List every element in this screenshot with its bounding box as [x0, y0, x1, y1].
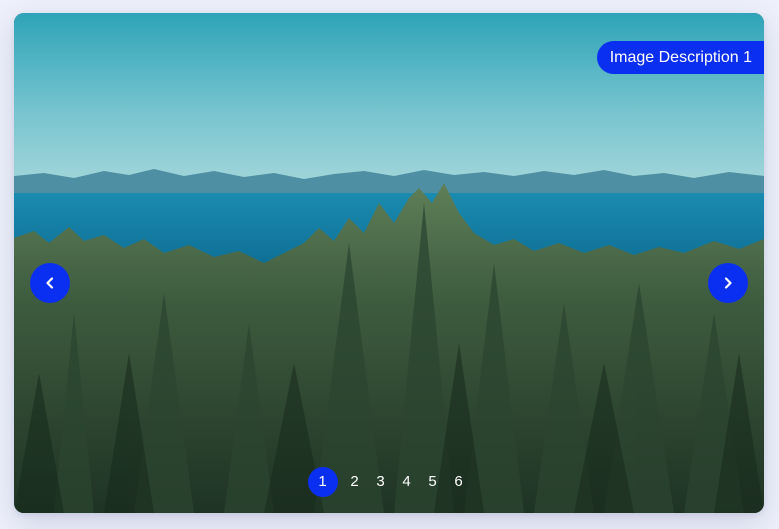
page-5-button[interactable]: 5: [421, 468, 445, 496]
next-slide-button[interactable]: [708, 263, 748, 303]
landscape-photo: [14, 13, 764, 513]
chevron-right-icon: [724, 277, 732, 289]
slide-image: [14, 13, 764, 513]
slide-pagination: 1 2 3 4 5 6: [14, 467, 764, 497]
page-3-button[interactable]: 3: [369, 468, 393, 496]
image-carousel: Image Description 1 1 2 3 4 5 6: [14, 13, 764, 513]
chevron-left-icon: [46, 277, 54, 289]
page-6-button[interactable]: 6: [447, 468, 471, 496]
page-4-button[interactable]: 4: [395, 468, 419, 496]
previous-slide-button[interactable]: [30, 263, 70, 303]
page-1-button[interactable]: 1: [307, 467, 338, 497]
image-caption: Image Description 1: [596, 41, 764, 74]
page-2-button[interactable]: 2: [343, 468, 367, 496]
